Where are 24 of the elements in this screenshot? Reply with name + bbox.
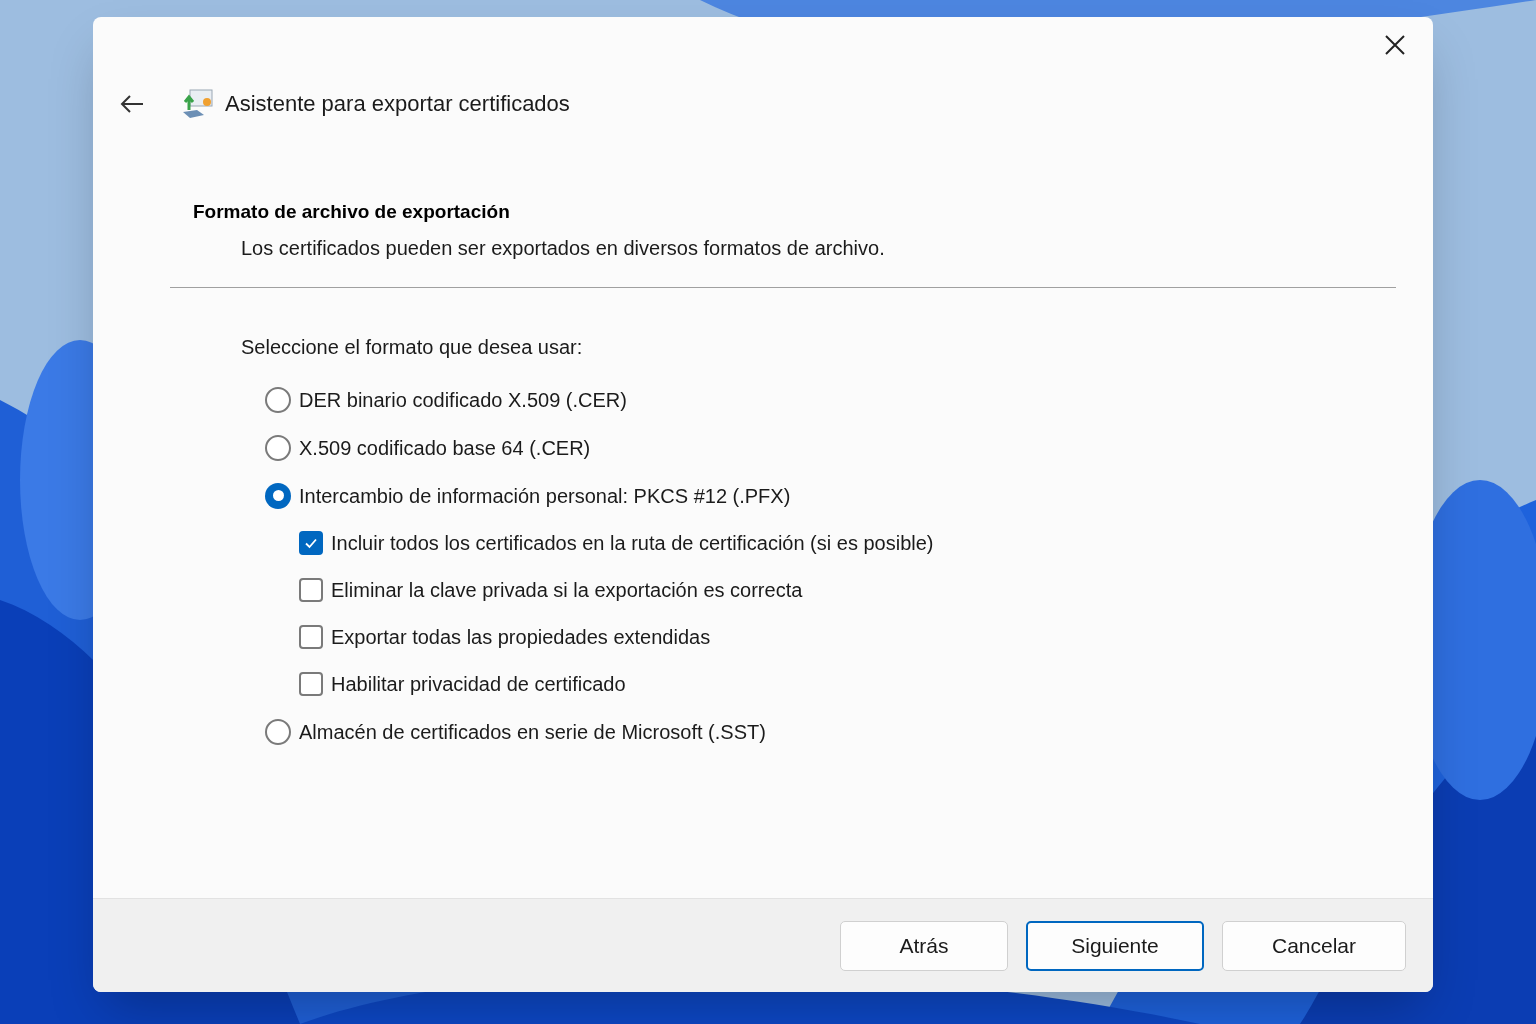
dialog-button[interactable]: Siguiente <box>1026 920 1204 971</box>
option-label: DER binario codificado X.509 (.CER) <box>299 387 627 413</box>
radio-button[interactable] <box>265 386 291 413</box>
window-title: Asistente para exportar certificados <box>225 90 570 118</box>
option-label: Incluir todos los certificados en la ruta de certificación (si es posible) <box>331 531 934 556</box>
option-label: Intercambio de información personal: PKCS #12 (.PFX) <box>299 483 791 509</box>
radio-button[interactable] <box>265 482 291 509</box>
radio-button[interactable] <box>265 434 291 461</box>
option-label: Habilitar privacidad de certificado <box>331 672 626 697</box>
checkbox[interactable] <box>299 672 323 696</box>
dialog-button[interactable]: Cancelar <box>1222 920 1406 971</box>
page-description: Los certificados pueden ser exportados en diversos formatos de archivo. <box>240 235 886 261</box>
option-label: X.509 codificado base 64 (.CER) <box>299 435 591 461</box>
checkbox[interactable] <box>299 531 323 555</box>
checkbox[interactable] <box>299 625 323 649</box>
page-heading: Formato de archivo de exportación <box>193 200 511 224</box>
option-label: Eliminar la clave privada si la exportación es correcta <box>331 578 803 603</box>
option-label: Exportar todas las propiedades extendidas <box>331 625 711 650</box>
close-icon[interactable] <box>1383 33 1407 57</box>
option-label: Almacén de certificados en serie de Microsoft (.SST) <box>299 719 766 745</box>
format-prompt: Seleccione el formato que desea usar: <box>241 334 584 360</box>
dialog-button[interactable]: Atrás <box>840 920 1008 971</box>
checkbox[interactable] <box>299 578 323 602</box>
radio-button[interactable] <box>265 718 291 745</box>
